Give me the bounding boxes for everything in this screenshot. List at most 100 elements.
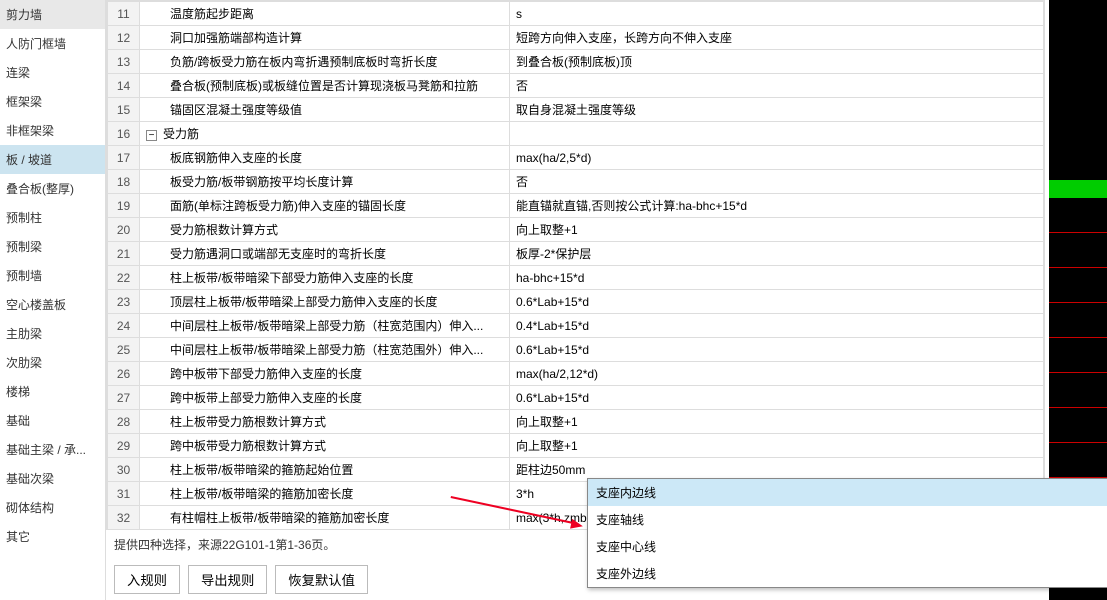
row-number[interactable]: 19	[108, 194, 140, 218]
row-number[interactable]: 14	[108, 74, 140, 98]
rule-name-cell[interactable]: 负筋/跨板受力筋在板内弯折遇预制底板时弯折长度	[140, 50, 510, 74]
rule-value-cell[interactable]: 短跨方向伸入支座，长跨方向不伸入支座	[510, 26, 1044, 50]
rule-name-cell[interactable]: 柱上板带/板带暗梁的箍筋起始位置	[140, 458, 510, 482]
rule-name-cell[interactable]: 跨中板带下部受力筋伸入支座的长度	[140, 362, 510, 386]
row-number[interactable]: 23	[108, 290, 140, 314]
row-number[interactable]: 18	[108, 170, 140, 194]
row-number[interactable]: 12	[108, 26, 140, 50]
rule-name-cell[interactable]: 面筋(单标注跨板受力筋)伸入支座的锚固长度	[140, 194, 510, 218]
table-row[interactable]: 22柱上板带/板带暗梁下部受力筋伸入支座的长度ha-bhc+15*d	[108, 266, 1044, 290]
row-number[interactable]: 24	[108, 314, 140, 338]
table-row[interactable]: 21受力筋遇洞口或端部无支座时的弯折长度板厚-2*保护层	[108, 242, 1044, 266]
rule-value-cell[interactable]: max(ha/2,5*d)	[510, 146, 1044, 170]
row-number[interactable]: 29	[108, 434, 140, 458]
restore-defaults-button[interactable]: 恢复默认值	[275, 565, 368, 594]
table-row[interactable]: 24中间层柱上板带/板带暗梁上部受力筋（柱宽范围内）伸入...0.4*Lab+1…	[108, 314, 1044, 338]
sidebar-item[interactable]: 其它	[0, 522, 105, 551]
table-row[interactable]: 27跨中板带上部受力筋伸入支座的长度0.6*Lab+15*d	[108, 386, 1044, 410]
rules-table-wrap[interactable]: 11温度筋起步距离s12洞口加强筋端部构造计算短跨方向伸入支座，长跨方向不伸入支…	[106, 0, 1045, 530]
sidebar-item[interactable]: 框架梁	[0, 87, 105, 116]
rule-name-cell[interactable]: 有柱帽柱上板带/板带暗梁的箍筋加密长度	[140, 506, 510, 530]
rule-value-cell[interactable]: 否	[510, 170, 1044, 194]
rule-name-cell[interactable]: 中间层柱上板带/板带暗梁上部受力筋（柱宽范围外）伸入...	[140, 338, 510, 362]
rule-value-cell[interactable]: 0.4*Lab+15*d	[510, 314, 1044, 338]
row-number[interactable]: 16	[108, 122, 140, 146]
rule-name-cell[interactable]: 跨中板带上部受力筋伸入支座的长度	[140, 386, 510, 410]
table-row[interactable]: 17板底钢筋伸入支座的长度max(ha/2,5*d)	[108, 146, 1044, 170]
sidebar-item[interactable]: 空心楼盖板	[0, 290, 105, 319]
row-number[interactable]: 17	[108, 146, 140, 170]
table-row[interactable]: 29跨中板带受力筋根数计算方式向上取整+1	[108, 434, 1044, 458]
rule-value-cell[interactable]: 向上取整+1	[510, 410, 1044, 434]
rule-name-cell[interactable]: 中间层柱上板带/板带暗梁上部受力筋（柱宽范围内）伸入...	[140, 314, 510, 338]
dropdown-option[interactable]: 支座外边线	[588, 560, 1107, 587]
rule-name-cell[interactable]: 跨中板带受力筋根数计算方式	[140, 434, 510, 458]
sidebar-item[interactable]: 次肋梁	[0, 348, 105, 377]
sidebar-item[interactable]: 连梁	[0, 58, 105, 87]
rule-name-cell[interactable]: 受力筋遇洞口或端部无支座时的弯折长度	[140, 242, 510, 266]
sidebar-item[interactable]: 剪力墙	[0, 0, 105, 29]
table-row[interactable]: 12洞口加强筋端部构造计算短跨方向伸入支座，长跨方向不伸入支座	[108, 26, 1044, 50]
table-row[interactable]: 25中间层柱上板带/板带暗梁上部受力筋（柱宽范围外）伸入...0.6*Lab+1…	[108, 338, 1044, 362]
rule-value-cell[interactable]: 向上取整+1	[510, 434, 1044, 458]
sidebar-item[interactable]: 预制墙	[0, 261, 105, 290]
sidebar-item[interactable]: 基础主梁 / 承...	[0, 435, 105, 464]
sidebar-item[interactable]: 砌体结构	[0, 493, 105, 522]
collapse-icon[interactable]: −	[146, 130, 157, 141]
row-number[interactable]: 13	[108, 50, 140, 74]
rule-name-cell[interactable]: −受力筋	[140, 122, 510, 146]
rule-value-cell[interactable]: 取自身混凝土强度等级	[510, 98, 1044, 122]
row-number[interactable]: 15	[108, 98, 140, 122]
rule-name-cell[interactable]: 温度筋起步距离	[140, 2, 510, 26]
table-row[interactable]: 20受力筋根数计算方式向上取整+1	[108, 218, 1044, 242]
sidebar-item[interactable]: 人防门框墙	[0, 29, 105, 58]
rule-value-cell[interactable]: 0.6*Lab+15*d	[510, 290, 1044, 314]
rule-value-cell[interactable]: max(ha/2,12*d)	[510, 362, 1044, 386]
table-row[interactable]: 14叠合板(预制底板)或板缝位置是否计算现浇板马凳筋和拉筋否	[108, 74, 1044, 98]
rule-value-cell[interactable]: 否	[510, 74, 1044, 98]
row-number[interactable]: 11	[108, 2, 140, 26]
rule-value-cell[interactable]: 0.6*Lab+15*d	[510, 338, 1044, 362]
value-dropdown-popup[interactable]: 支座内边线支座轴线支座中心线支座外边线	[587, 478, 1107, 588]
sidebar-item[interactable]: 预制梁	[0, 232, 105, 261]
rule-value-cell[interactable]: 板厚-2*保护层	[510, 242, 1044, 266]
sidebar-item[interactable]: 板 / 坡道	[0, 145, 105, 174]
row-number[interactable]: 28	[108, 410, 140, 434]
table-row[interactable]: 23顶层柱上板带/板带暗梁上部受力筋伸入支座的长度0.6*Lab+15*d	[108, 290, 1044, 314]
row-number[interactable]: 26	[108, 362, 140, 386]
sidebar-item[interactable]: 主肋梁	[0, 319, 105, 348]
table-row[interactable]: 28柱上板带受力筋根数计算方式向上取整+1	[108, 410, 1044, 434]
row-number[interactable]: 32	[108, 506, 140, 530]
sidebar-item[interactable]: 楼梯	[0, 377, 105, 406]
table-row[interactable]: 26跨中板带下部受力筋伸入支座的长度max(ha/2,12*d)	[108, 362, 1044, 386]
rule-name-cell[interactable]: 柱上板带/板带暗梁的箍筋加密长度	[140, 482, 510, 506]
row-number[interactable]: 20	[108, 218, 140, 242]
dropdown-option[interactable]: 支座内边线	[588, 479, 1107, 506]
sidebar-item[interactable]: 基础	[0, 406, 105, 435]
table-row[interactable]: 16−受力筋	[108, 122, 1044, 146]
row-number[interactable]: 21	[108, 242, 140, 266]
rule-name-cell[interactable]: 板受力筋/板带钢筋按平均长度计算	[140, 170, 510, 194]
dropdown-option[interactable]: 支座轴线	[588, 506, 1107, 533]
row-number[interactable]: 22	[108, 266, 140, 290]
sidebar-item[interactable]: 叠合板(整厚)	[0, 174, 105, 203]
sidebar-item[interactable]: 预制柱	[0, 203, 105, 232]
import-rules-button[interactable]: 入规则	[114, 565, 180, 594]
row-number[interactable]: 31	[108, 482, 140, 506]
rule-name-cell[interactable]: 柱上板带/板带暗梁下部受力筋伸入支座的长度	[140, 266, 510, 290]
rule-value-cell[interactable]: 能直锚就直锚,否则按公式计算:ha-bhc+15*d	[510, 194, 1044, 218]
rule-value-cell[interactable]: 0.6*Lab+15*d	[510, 386, 1044, 410]
table-row[interactable]: 19面筋(单标注跨板受力筋)伸入支座的锚固长度能直锚就直锚,否则按公式计算:ha…	[108, 194, 1044, 218]
table-row[interactable]: 18板受力筋/板带钢筋按平均长度计算否	[108, 170, 1044, 194]
row-number[interactable]: 25	[108, 338, 140, 362]
table-row[interactable]: 11温度筋起步距离s	[108, 2, 1044, 26]
rule-name-cell[interactable]: 柱上板带受力筋根数计算方式	[140, 410, 510, 434]
rule-name-cell[interactable]: 板底钢筋伸入支座的长度	[140, 146, 510, 170]
rule-name-cell[interactable]: 顶层柱上板带/板带暗梁上部受力筋伸入支座的长度	[140, 290, 510, 314]
rule-value-cell[interactable]	[510, 122, 1044, 146]
sidebar-item[interactable]: 非框架梁	[0, 116, 105, 145]
rule-value-cell[interactable]: s	[510, 2, 1044, 26]
row-number[interactable]: 30	[108, 458, 140, 482]
table-row[interactable]: 13负筋/跨板受力筋在板内弯折遇预制底板时弯折长度到叠合板(预制底板)顶	[108, 50, 1044, 74]
rule-name-cell[interactable]: 受力筋根数计算方式	[140, 218, 510, 242]
